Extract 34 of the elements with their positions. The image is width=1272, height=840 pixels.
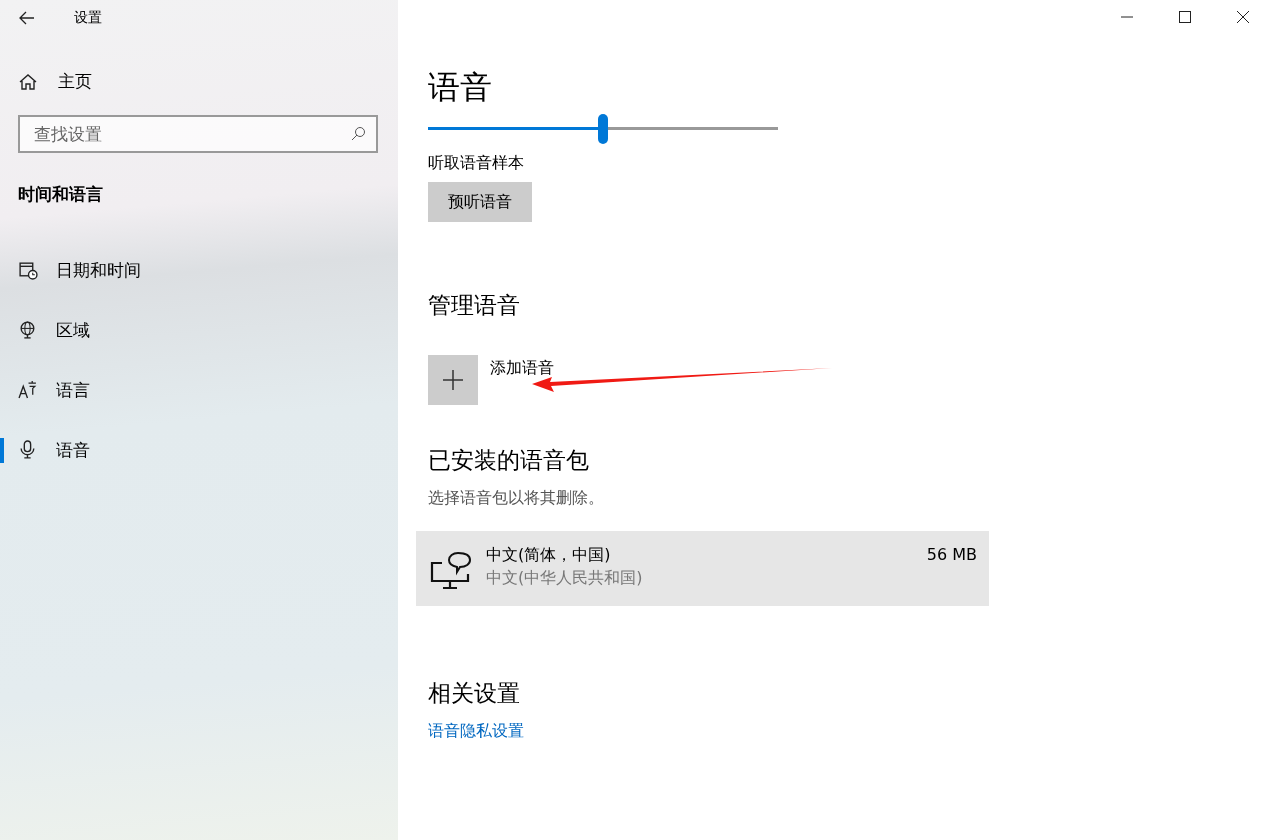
add-voice-label[interactable]: 添加语音 bbox=[490, 358, 554, 405]
sidebar-item[interactable]: 日期和时间 bbox=[0, 240, 398, 300]
slider-thumb[interactable] bbox=[598, 114, 608, 144]
sample-label: 听取语音样本 bbox=[428, 153, 525, 174]
search-field[interactable]: 查找设置 bbox=[18, 115, 378, 153]
sidebar-item[interactable]: 语言 bbox=[0, 360, 398, 420]
pack-size: 56 MB bbox=[926, 545, 977, 564]
maximize-icon bbox=[1177, 9, 1193, 25]
calendar-icon bbox=[18, 260, 38, 280]
speech-monitor-icon bbox=[430, 551, 472, 591]
section-heading: 时间和语言 bbox=[18, 183, 104, 206]
page-title: 语音 bbox=[428, 67, 493, 108]
pack-region: 中文(中华人民共和国) bbox=[486, 568, 644, 589]
add-button[interactable] bbox=[428, 355, 478, 405]
hint-text: 选择语音包以将其删除。 bbox=[428, 488, 605, 509]
pack-name: 中文(简体，中国) bbox=[486, 545, 612, 566]
window-title: 设置 bbox=[74, 9, 102, 27]
close-icon bbox=[1235, 9, 1251, 25]
privacy-link[interactable]: 语音隐私设置 bbox=[428, 721, 524, 742]
language-icon bbox=[18, 380, 38, 400]
sidebar-item[interactable]: 语音 bbox=[0, 420, 398, 480]
section-heading: 管理语音 bbox=[428, 291, 521, 320]
home-icon bbox=[18, 71, 38, 92]
sidebar-item[interactable]: 区域 bbox=[0, 300, 398, 360]
plus-icon bbox=[442, 369, 464, 391]
home-nav-item[interactable]: 主页 bbox=[18, 70, 92, 93]
section-heading: 已安装的语音包 bbox=[428, 446, 590, 475]
search-icon bbox=[350, 126, 366, 142]
back-icon[interactable] bbox=[18, 9, 36, 27]
minimize-icon bbox=[1119, 16, 1135, 18]
speed-slider[interactable] bbox=[428, 114, 778, 144]
voice-pack-item[interactable]: 中文(简体，中国) 中文(中华人民共和国) 56 MB bbox=[416, 531, 989, 606]
section-heading: 相关设置 bbox=[428, 679, 521, 708]
preview-button[interactable]: 预听语音 bbox=[428, 182, 532, 222]
